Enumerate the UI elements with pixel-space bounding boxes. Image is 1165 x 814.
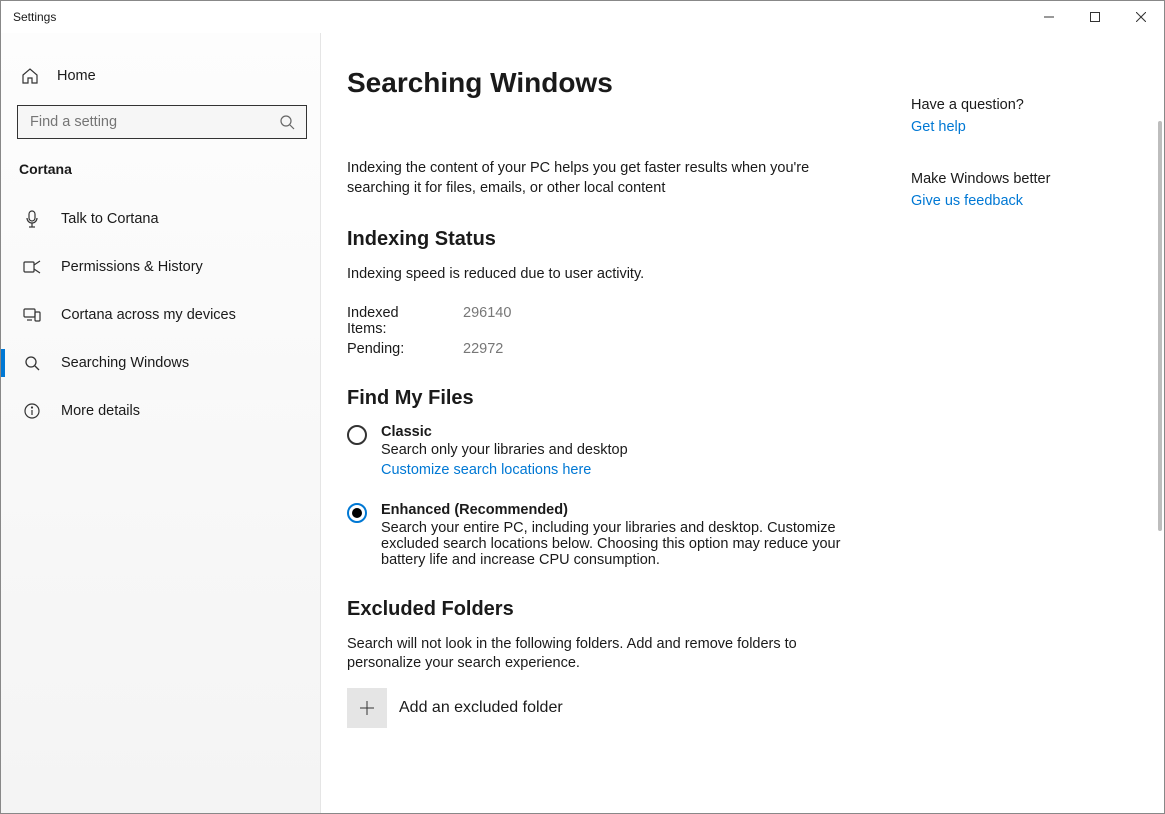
maximize-button[interactable] [1072,1,1118,33]
indexing-heading: Indexing Status [347,228,867,251]
info-icon [23,402,41,420]
add-excluded-folder-button[interactable] [347,688,387,728]
plus-icon [358,699,376,717]
sidebar-item-permissions-history[interactable]: Permissions & History [17,245,310,289]
sidebar-section-label: Cortana [17,161,310,177]
search-icon [278,113,296,131]
radio-enhanced-desc: Search your entire PC, including your li… [381,520,867,568]
scrollbar-thumb[interactable] [1158,121,1162,531]
sidebar-item-label: Permissions & History [61,259,203,275]
sidebar-item-label: Talk to Cortana [61,211,159,227]
radio-icon [347,425,367,445]
window-title: Settings [13,10,56,24]
customize-locations-link[interactable]: Customize search locations here [381,462,591,478]
sidebar: Home Cortana Talk to Cortana [1,33,321,813]
intro-text: Indexing the content of your PC helps yo… [347,159,867,198]
radio-enhanced-title: Enhanced (Recommended) [381,502,867,518]
search-icon [23,354,41,372]
sidebar-item-talk-to-cortana[interactable]: Talk to Cortana [17,197,310,241]
home-button[interactable]: Home [17,61,310,91]
question-heading: Have a question? [911,97,1111,113]
radio-classic-title: Classic [381,424,867,440]
excluded-folders-desc: Search will not look in the following fo… [347,635,867,674]
indexing-status-text: Indexing speed is reduced due to user ac… [347,265,867,285]
radio-icon-selected [347,503,367,523]
indexed-items-row: Indexed Items: 296140 [347,305,867,337]
sidebar-item-searching-windows[interactable]: Searching Windows [17,341,310,385]
search-box[interactable] [17,105,307,139]
add-excluded-folder-label: Add an excluded folder [399,699,563,717]
pending-row: Pending: 22972 [347,341,867,357]
sidebar-item-cortana-devices[interactable]: Cortana across my devices [17,293,310,337]
home-icon [21,67,39,85]
permissions-icon [23,258,41,276]
pending-value: 22972 [463,341,503,357]
get-help-link[interactable]: Get help [911,119,1111,135]
microphone-icon [23,210,41,228]
radio-enhanced[interactable]: Enhanced (Recommended) Search your entir… [347,502,867,568]
feedback-heading: Make Windows better [911,171,1111,187]
give-feedback-link[interactable]: Give us feedback [911,193,1111,209]
page-title: Searching Windows [347,67,867,99]
sidebar-item-more-details[interactable]: More details [17,389,310,433]
radio-classic[interactable]: Classic Search only your libraries and d… [347,424,867,478]
indexed-items-value: 296140 [463,305,511,337]
home-label: Home [57,68,96,84]
excluded-folders-heading: Excluded Folders [347,598,867,621]
indexed-items-label: Indexed Items: [347,305,439,337]
close-button[interactable] [1118,1,1164,33]
sidebar-item-label: More details [61,403,140,419]
sidebar-item-label: Cortana across my devices [61,307,236,323]
minimize-button[interactable] [1026,1,1072,33]
window-controls [1026,1,1164,33]
sidebar-item-label: Searching Windows [61,355,189,371]
find-my-files-heading: Find My Files [347,387,867,410]
devices-icon [23,306,41,324]
search-input[interactable] [28,113,278,131]
pending-label: Pending: [347,341,439,357]
radio-classic-desc: Search only your libraries and desktop [381,442,867,458]
